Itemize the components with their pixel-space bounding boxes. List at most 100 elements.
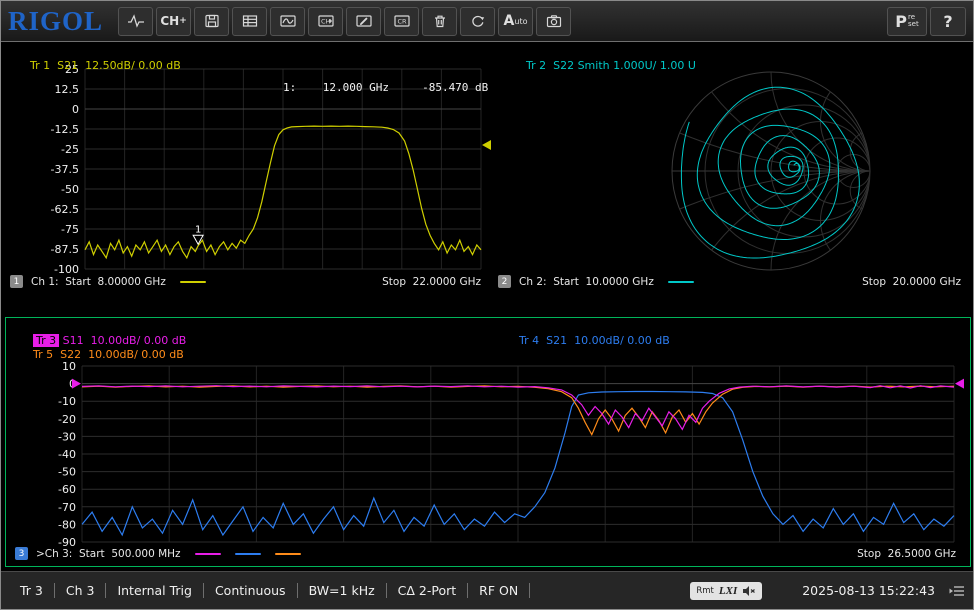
refresh-icon [469,13,487,29]
svg-text:-20: -20 [58,413,76,426]
tr1-header-label: Tr 1 S21 12.50dB/ 0.00 dB [30,59,181,72]
trash-icon [431,13,449,29]
channel1-panel[interactable]: 2512.50-12.5-25-37.5-50-62.5-75-87.5-100… [1,43,491,319]
svg-text:-50: -50 [61,183,79,196]
edit-annotation-button[interactable] [346,7,381,36]
y-axis-labels: 100-10-20-30-40-50-60-70-80-90 [58,360,76,549]
tr2-header[interactable]: Tr 2 S22 Smith 1.000U/ 1.00 U [505,46,696,85]
tr1-header[interactable]: Tr 1 S21 12.50dB/ 0.00 dB [9,46,181,85]
ch2-badge[interactable]: 2 [498,275,511,288]
svg-text:-75: -75 [61,223,79,236]
ref-level-marker-right [482,140,491,150]
preset-label-p: P [895,12,907,31]
ref-level-marker-right [955,379,964,389]
window-wave-icon [279,13,297,29]
window-cr-icon: CR [393,13,411,29]
new-channel-window-button[interactable]: CH [308,7,343,36]
measurement-table-button[interactable] [232,7,267,36]
sweep-settings-button[interactable] [118,7,153,36]
trace-window-button[interactable] [270,7,305,36]
tr1-trace-legend-dash [180,281,206,283]
help-button[interactable]: ? [930,7,966,36]
remote-indicator: Rmt [696,586,714,596]
speaker-mute-icon[interactable] [742,585,756,597]
rigol-logo: RIGOL [8,6,103,37]
status-sweep-mode[interactable]: Continuous [204,583,298,598]
ch1-start-label[interactable]: Ch 1: Start 8.00000 GHz [31,276,166,288]
svg-text:-87.5: -87.5 [51,243,79,256]
tr5-header[interactable]: Tr 5 S22 10.00dB/ 0.00 dB [12,335,184,374]
status-active-channel[interactable]: Ch 3 [55,583,107,598]
help-icon: ? [943,12,952,31]
delete-button[interactable] [422,7,457,36]
status-if-bandwidth[interactable]: BW=1 kHz [298,583,387,598]
preset-label-col: reset [908,14,919,28]
camera-icon [545,13,563,29]
cal-register-button[interactable]: CR [384,7,419,36]
add-channel-button[interactable]: CH+ [156,7,191,36]
vna-screen: RIGOL CH+ CH CR Auto [0,0,974,610]
ch2-footer: 2 Ch 2: Start 10.0000 GHz Stop 20.0000 G… [491,274,973,289]
tr4-trace-legend-dash [235,553,261,555]
tr5-trace-legend-dash [275,553,301,555]
ch3-stop-label[interactable]: Stop 26.5000 GHz [857,548,956,560]
svg-text:-62.5: -62.5 [51,203,79,216]
auto-scale-button[interactable]: Auto [498,7,533,36]
table-icon [241,13,259,29]
svg-text:0: 0 [72,103,79,116]
tr3-trace-legend-dash [195,553,221,555]
plus-icon: + [179,16,187,26]
ch1-stop-label[interactable]: Stop 22.0000 GHz [382,276,481,288]
svg-text:-37.5: -37.5 [51,163,79,176]
ch1-footer: 1 Ch 1: Start 8.00000 GHz Stop 22.0000 G… [1,274,491,289]
ch3-badge[interactable]: 3 [15,547,28,560]
ch2-stop-label[interactable]: Stop 20.0000 GHz [862,276,961,288]
screenshot-button[interactable] [536,7,571,36]
ch1-badge[interactable]: 1 [10,275,23,288]
auto-label-main: A [504,13,515,29]
svg-text:-70: -70 [58,501,76,514]
svg-text:-25: -25 [61,143,79,156]
clock: 2025-08-13 15:22:43 [802,583,935,598]
preset-button[interactable]: P reset [887,7,927,36]
add-channel-label: CH [160,14,179,28]
svg-text:-50: -50 [58,466,76,479]
channel2-panel[interactable]: Tr 2 S22 Smith 1.000U/ 1.00 U 2 Ch 2: St… [491,43,973,319]
svg-text:-30: -30 [58,430,76,443]
ch3-footer: 3 >Ch 3: Start 500.000 MHz Stop 26.5000 … [6,546,970,561]
window-ch-plus-icon: CH [317,13,335,29]
grid [85,69,481,269]
auto-label-rest: uto [514,17,527,26]
svg-text:-10: -10 [58,395,76,408]
save-recall-button[interactable] [194,7,229,36]
lxi-indicator: LXI [719,585,737,597]
ch2-start-label[interactable]: Ch 2: Start 10.0000 GHz [519,276,654,288]
disk-icon [203,13,221,29]
marker1-readout: 1: 12.000 GHz -85.470 dB [283,81,488,94]
tr2-trace-legend-dash [668,281,694,283]
status-correction[interactable]: CΔ 2-Port [387,583,469,598]
tr4-header[interactable]: Tr 4 S21 10.00dB/ 0.00 dB [498,321,670,360]
marker-1-label: 1 [195,224,201,235]
ref-level-marker-left [72,379,81,389]
ch3-start-label[interactable]: >Ch 3: Start 500.000 MHz [36,548,181,560]
hide-menu-icon[interactable] [949,584,965,598]
status-rf-state[interactable]: RF ON [468,583,530,598]
status-trigger-source[interactable]: Internal Trig [106,583,204,598]
svg-text:-60: -60 [58,483,76,496]
sync-button[interactable] [460,7,495,36]
connectivity-pill: Rmt LXI [690,582,762,600]
tr2-header-label: Tr 2 S22 Smith 1.000U/ 1.00 U [526,59,696,72]
status-active-trace[interactable]: Tr 3 [9,583,55,598]
svg-text:-12.5: -12.5 [51,123,79,136]
status-bar: Tr 3 Ch 3 Internal Trig Continuous BW=1 … [1,571,973,609]
svg-text:-80: -80 [58,518,76,531]
tr5-header-label: Tr 5 S22 10.00dB/ 0.00 dB [33,348,184,361]
svg-text:CR: CR [397,18,407,26]
channel3-panel[interactable]: 100-10-20-30-40-50-60-70-80-90 Tr 3 S11 … [5,317,971,567]
preset-label-set: set [908,21,919,28]
svg-text:-40: -40 [58,448,76,461]
tr4-header-label: Tr 4 S21 10.00dB/ 0.00 dB [519,334,670,347]
marker-1[interactable] [193,235,203,244]
window-edit-icon [355,13,373,29]
